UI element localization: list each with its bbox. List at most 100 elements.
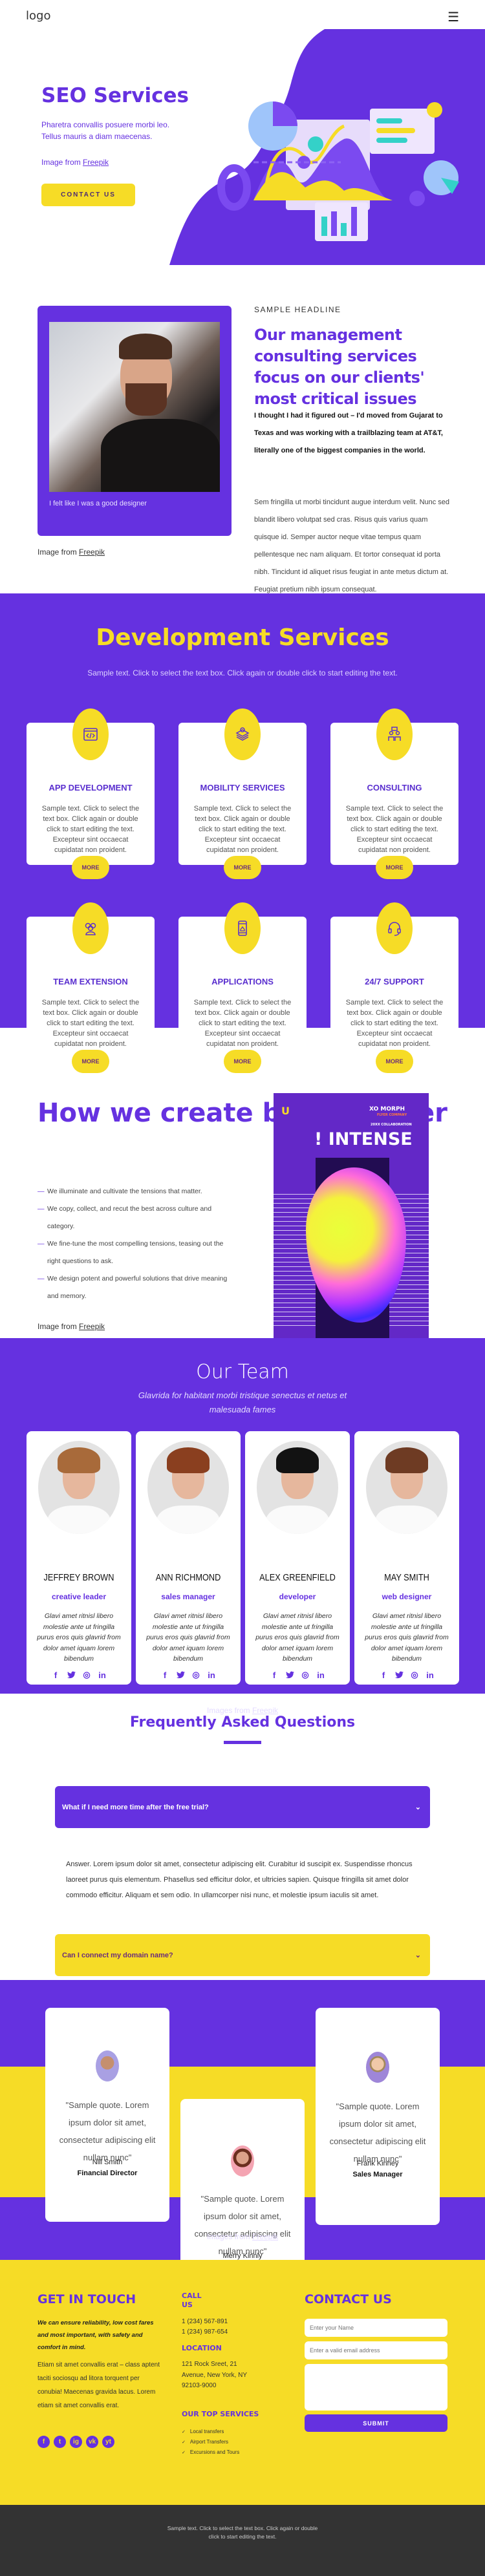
submit-button[interactable]: SUBMIT <box>305 2414 447 2432</box>
about-image-credit: Image from Freepik <box>38 548 105 557</box>
contact-body: Etiam sit amet convallis erat – class ap… <box>38 2361 160 2409</box>
service-icon-badge <box>72 902 109 954</box>
freepik-link[interactable]: Freepik <box>79 1322 105 1331</box>
faq-question-1[interactable]: What if I need more time after the free … <box>55 1786 430 1828</box>
location-title: LOCATION <box>182 2344 222 2352</box>
member-name: JEFFREY BROWN <box>43 1572 114 1583</box>
service-title: APP DEVELOPMENT <box>48 783 133 793</box>
service-card: CONSULTING Sample text. Click to select … <box>330 708 458 879</box>
service-title: CONSULTING <box>367 783 422 793</box>
team-member-card: JEFFREY BROWN creative leader Glavi amet… <box>27 1431 131 1685</box>
photo-caption: I felt like I was a good designer <box>49 500 147 507</box>
team-title: Our Team <box>196 1361 289 1383</box>
message-textarea[interactable] <box>305 2364 447 2411</box>
bullet-item: We copy, collect, and recut the best acr… <box>38 1200 232 1235</box>
bullet-item: We design potent and powerful solutions … <box>38 1270 232 1305</box>
chevron-down-icon: ⌄ <box>415 1804 421 1811</box>
faq-question-text: Can I connect my domain name? <box>62 1951 173 1959</box>
member-bio: Glavi amet ritnisl libero molestie ante … <box>255 1612 339 1663</box>
site-header: logo ☰ <box>0 0 485 32</box>
twitter-icon[interactable]: t <box>54 2436 66 2448</box>
top-services-list: Local transfers Airport Transfers Excurs… <box>182 2427 239 2458</box>
member-role: sales manager <box>161 1592 215 1601</box>
service-card: MOBILITY SERVICES Sample text. Click to … <box>178 708 307 879</box>
freepik-link[interactable]: Freepik <box>252 2232 278 2241</box>
team-member-card: MAY SMITH web designer Glavi amet ritnis… <box>354 1431 459 1685</box>
facebook-icon[interactable]: f <box>160 1670 170 1680</box>
service-title: APPLICATIONS <box>211 977 274 986</box>
member-avatar <box>366 1441 447 1534</box>
footer-text: Sample text. Click to select the text bo… <box>167 2525 318 2540</box>
testimonial-card: "Sample quote. Lorem ipsum dolor sit ame… <box>45 2008 169 2222</box>
bullet-item: We illuminate and cultivate the tensions… <box>38 1183 232 1200</box>
member-social-links: f ◎ in <box>136 1670 241 1680</box>
facebook-icon[interactable]: f <box>38 2436 50 2448</box>
instagram-icon[interactable]: ◎ <box>191 1670 201 1680</box>
linkedin-icon[interactable]: in <box>316 1670 326 1680</box>
team-member-card: ANN RICHMOND sales manager Glavi amet ri… <box>136 1431 241 1685</box>
vk-icon[interactable]: vk <box>86 2436 98 2448</box>
testimonials-image-credit: Images from Freepik <box>0 2232 485 2241</box>
sample-headline: SAMPLE HEADLINE <box>254 305 341 314</box>
email-input[interactable] <box>305 2341 447 2359</box>
member-name: MAY SMITH <box>384 1572 429 1583</box>
avatar <box>366 2052 389 2083</box>
hamburger-menu-icon[interactable]: ☰ <box>447 9 459 25</box>
instagram-icon[interactable]: ig <box>70 2436 82 2448</box>
service-title: TEAM EXTENSION <box>53 977 128 986</box>
linkedin-icon[interactable]: in <box>206 1670 217 1680</box>
about-heading: Our management consulting services focus… <box>254 326 425 408</box>
hero-section: SEO Services Pharetra convallis posuere … <box>0 0 485 271</box>
testimonial-quote: "Sample quote. Lorem ipsum dolor sit ame… <box>194 2194 291 2256</box>
contact-lead: We can ensure reliability, low cost fare… <box>38 2319 154 2351</box>
more-button[interactable]: MORE <box>72 856 109 879</box>
testimonial-role: Financial Director <box>77 2169 138 2177</box>
youtube-icon[interactable]: yt <box>102 2436 114 2448</box>
about-section: I felt like I was a good designer Image … <box>0 284 485 680</box>
logo[interactable]: logo <box>26 9 50 23</box>
facebook-icon[interactable]: f <box>269 1670 279 1680</box>
twitter-icon[interactable] <box>175 1670 186 1680</box>
twitter-icon[interactable] <box>285 1670 295 1680</box>
more-button[interactable]: MORE <box>224 856 261 879</box>
contact-us-button[interactable]: CONTACT US <box>41 184 135 206</box>
credit-prefix: Image from <box>38 1322 80 1331</box>
service-icon-badge <box>224 708 261 760</box>
development-services-section: Development Services Sample text. Click … <box>0 593 485 1073</box>
testimonial-name: Merry Kinnly <box>222 2252 263 2260</box>
faq-question-2[interactable]: Can I connect my domain name? ⌄ <box>55 1934 430 1976</box>
brand-bullets: We illuminate and cultivate the tensions… <box>38 1183 232 1305</box>
member-avatar <box>147 1441 229 1534</box>
poster-brand: XO MORPH <box>369 1106 405 1112</box>
avatar <box>231 2145 254 2177</box>
smartphone-icon <box>238 921 247 936</box>
phone-1[interactable]: 1 (234) 567-891 <box>182 2317 228 2328</box>
facebook-icon[interactable]: f <box>378 1670 389 1680</box>
service-icon-badge <box>224 902 261 954</box>
linkedin-icon[interactable]: in <box>425 1670 435 1680</box>
member-avatar <box>38 1441 120 1534</box>
service-icon-badge <box>376 902 413 954</box>
member-bio: Glavi amet ritnisl libero molestie ante … <box>37 1612 121 1663</box>
instagram-icon[interactable]: ◎ <box>300 1670 310 1680</box>
freepik-link[interactable]: Freepik <box>79 548 105 557</box>
testimonials-section: "Sample quote. Lorem ipsum dolor sit ame… <box>0 1980 485 2319</box>
dev-title: Development Services <box>96 624 389 651</box>
photo-card: I felt like I was a good designer <box>38 306 232 536</box>
facebook-icon[interactable]: f <box>50 1670 61 1680</box>
member-social-links: f ◎ in <box>354 1670 459 1680</box>
name-input[interactable] <box>305 2319 447 2337</box>
freepik-link[interactable]: Freepik <box>83 158 109 167</box>
testimonial-name: Frank Kinney <box>356 2160 399 2167</box>
twitter-icon[interactable] <box>394 1670 404 1680</box>
instagram-icon[interactable]: ◎ <box>81 1670 92 1680</box>
linkedin-icon[interactable]: in <box>97 1670 107 1680</box>
phone-2[interactable]: 1 (234) 987-654 <box>182 2327 228 2338</box>
member-name: ANN RICHMOND <box>155 1572 221 1583</box>
instagram-icon[interactable]: ◎ <box>409 1670 420 1680</box>
service-card: APP DEVELOPMENT Sample text. Click to se… <box>27 708 155 879</box>
more-button[interactable]: MORE <box>376 856 413 879</box>
team-member-card: ALEX GREENFIELD developer Glavi amet rit… <box>245 1431 350 1685</box>
twitter-icon[interactable] <box>66 1670 76 1680</box>
service-description: Sample text. Click to select the text bo… <box>41 805 140 854</box>
